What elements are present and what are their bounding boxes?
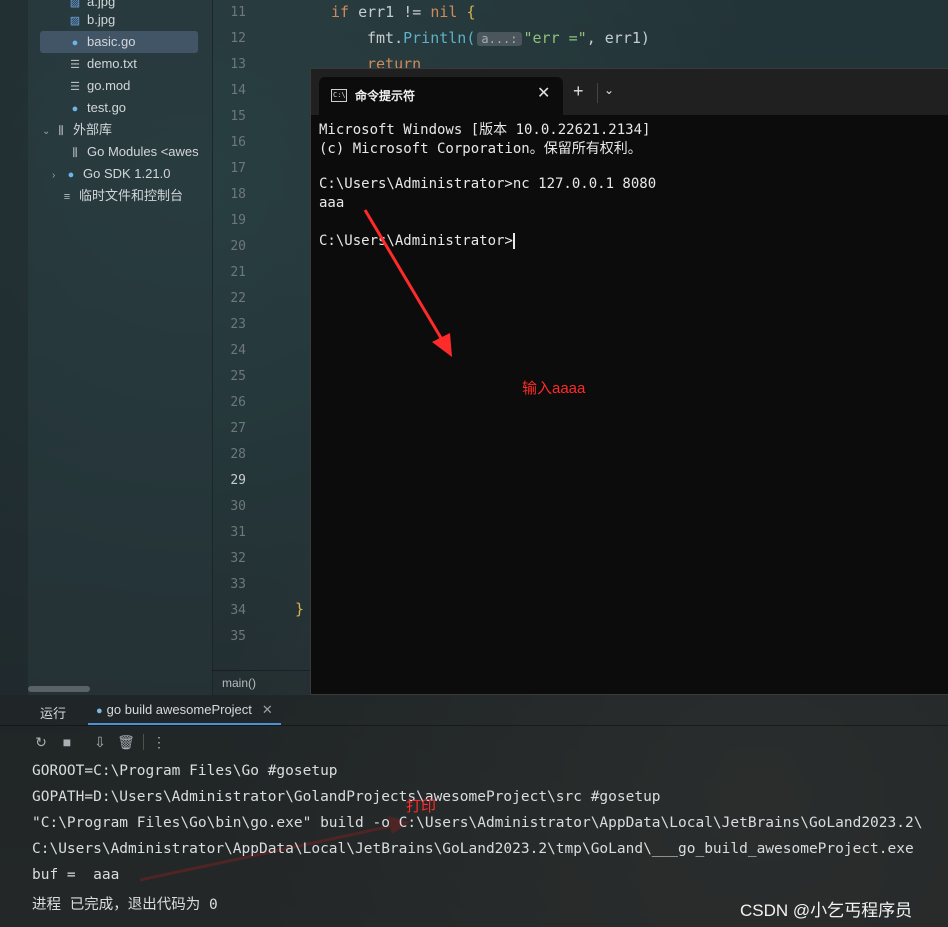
terminal-window[interactable]: C:\ 命令提示符 ✕ + ⌄ Microsoft Windows [版本 10…: [310, 68, 948, 695]
tree-item-scratches[interactable]: ≡ 临时文件和控制台: [60, 185, 183, 207]
go-file-icon: ●: [71, 37, 79, 49]
line-number: 30: [230, 499, 246, 514]
watermark: CSDN @小乞丐程序员: [740, 901, 913, 920]
line-number: 31: [230, 525, 246, 540]
output-line: "C:\Program Files\Go\bin\go.exe" build -…: [32, 815, 923, 831]
tree-item-demo-txt[interactable]: ☰ demo.txt: [68, 53, 137, 75]
terminal-line: Microsoft Windows [版本 10.0.22621.2134]: [319, 122, 651, 138]
line-number: 19: [230, 213, 246, 228]
image-file-icon: ▨: [69, 15, 81, 27]
line-number: 20: [230, 239, 246, 254]
line-number: 12: [230, 31, 246, 46]
breadcrumb[interactable]: main(): [222, 676, 256, 690]
output-line: GOPATH=D:\Users\Administrator\GolandProj…: [32, 789, 661, 805]
terminal-prompt-line[interactable]: C:\Users\Administrator>: [319, 233, 515, 249]
line-number: 24: [230, 343, 246, 358]
go-sdk-icon: ●: [67, 169, 75, 181]
more-options-icon[interactable]: ⋮: [150, 733, 168, 751]
terminal-line: C:\Users\Administrator>nc 127.0.0.1 8080: [319, 176, 657, 192]
output-line: GOROOT=C:\Program Files\Go #gosetup: [32, 763, 338, 779]
close-icon[interactable]: ✕: [537, 83, 550, 103]
line-number: 22: [230, 291, 246, 306]
annotation-print-note: 打印: [406, 798, 437, 815]
close-icon[interactable]: ✕: [262, 702, 273, 717]
line-number: 28: [230, 447, 246, 462]
line-number: 11: [230, 5, 246, 20]
line-number: 17: [230, 161, 246, 176]
titlebar-divider: [597, 83, 598, 103]
terminal-tab[interactable]: C:\ 命令提示符 ✕: [319, 77, 563, 115]
code-line-12[interactable]: fmt.Println(a...: "err =", err1): [367, 29, 650, 47]
tree-item-test-go[interactable]: ● test.go: [68, 97, 126, 119]
code-line-34[interactable]: }: [295, 600, 304, 618]
rerun-icon[interactable]: ↻: [32, 733, 50, 751]
text-file-icon: ☰: [70, 59, 80, 71]
new-tab-icon[interactable]: +: [573, 81, 584, 102]
library-icon: ⫼: [72, 147, 78, 159]
terminal-tab-title: 命令提示符: [355, 89, 416, 103]
line-number: 16: [230, 135, 246, 150]
horizontal-scrollbar[interactable]: [28, 686, 90, 692]
line-number: 33: [230, 577, 246, 592]
line-number: 13: [230, 57, 246, 72]
line-number: 14: [230, 83, 246, 98]
chevron-down-icon[interactable]: ⌄: [604, 83, 614, 97]
text-file-icon: ☰: [70, 81, 80, 93]
tool-window-strip: [0, 0, 28, 695]
chevron-down-icon[interactable]: ⌄: [42, 121, 54, 143]
run-panel-label: 运行: [40, 706, 67, 721]
line-number-active: 29: [230, 473, 246, 488]
parameter-hint: a...:: [477, 32, 522, 46]
output-line: C:\Users\Administrator\AppData\Local\Jet…: [32, 841, 914, 857]
line-number: 25: [230, 369, 246, 384]
tree-item-go-mod[interactable]: ☰ go.mod: [68, 75, 130, 97]
line-number: 27: [230, 421, 246, 436]
library-icon: ⫼: [58, 125, 64, 137]
stop-icon[interactable]: ■: [58, 733, 76, 751]
code-line-11[interactable]: if err1 != nil {: [331, 3, 476, 21]
tree-item-b-jpg[interactable]: ▨ b.jpg: [68, 9, 115, 31]
line-number: 18: [230, 187, 246, 202]
toolbar-divider: [143, 734, 144, 750]
scratches-icon: ≡: [63, 191, 71, 203]
terminal-titlebar: C:\ 命令提示符 ✕ + ⌄: [311, 69, 948, 115]
output-line: 进程 已完成，退出代码为 0: [32, 897, 218, 913]
output-line: buf = aaa: [32, 867, 120, 883]
tree-item-go-sdk[interactable]: › ● Go SDK 1.21.0: [52, 163, 170, 185]
scroll-to-end-icon[interactable]: ⇩: [91, 733, 109, 751]
run-config-tab[interactable]: ● go build awesomeProject ✕: [88, 697, 281, 725]
terminal-line: aaa: [319, 195, 345, 211]
terminal-line: (c) Microsoft Corporation。保留所有权利。: [319, 141, 642, 157]
text-cursor: [512, 233, 515, 249]
line-number: 35: [230, 629, 246, 644]
go-file-icon: ●: [71, 103, 79, 115]
tree-item-go-modules[interactable]: ⫼ Go Modules <awes: [68, 141, 212, 163]
line-number: 21: [230, 265, 246, 280]
line-number: 26: [230, 395, 246, 410]
line-number: 23: [230, 317, 246, 332]
chevron-right-icon[interactable]: ›: [52, 165, 64, 187]
line-number: 15: [230, 109, 246, 124]
line-number: 32: [230, 551, 246, 566]
tree-item-external-libs[interactable]: ⌄ ⫼ 外部库: [42, 119, 112, 141]
go-build-icon: ●: [96, 705, 103, 717]
annotation-input-note: 输入aaaa: [522, 380, 586, 397]
trash-icon[interactable]: 🗑: [117, 733, 135, 751]
line-number: 34: [230, 603, 246, 618]
command-prompt-icon: C:\: [331, 89, 347, 102]
tree-item-basic-go[interactable]: ● basic.go: [40, 31, 198, 53]
